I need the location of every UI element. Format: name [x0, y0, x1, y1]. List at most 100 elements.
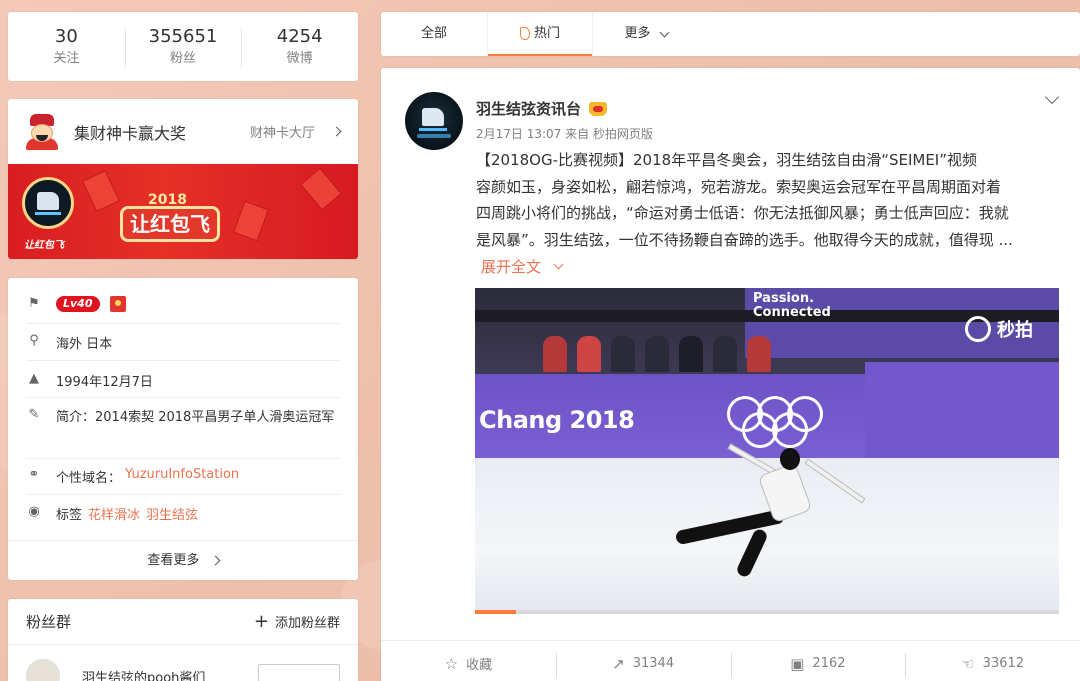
tab-hot[interactable]: 热门 — [487, 12, 593, 56]
tab-hot-label: 热门 — [533, 26, 560, 41]
like-count: 33612 — [982, 656, 1025, 671]
expand-label: 展开全文 — [481, 258, 542, 276]
favorite-label: 收藏 — [466, 658, 493, 673]
tag-icon: ◉ — [28, 504, 40, 519]
like-icon: ☜ — [961, 654, 975, 673]
promo-link[interactable]: 财神卡大厅 — [249, 122, 342, 141]
miaopai-logo-icon — [965, 316, 991, 342]
post-text-line: 是风暴”。羽生结弦，一位不待扬鞭自奋蹄的选手。他取得今天的成就，值得现 ... — [476, 230, 1013, 249]
post-actions: ☆ 收藏 ↗ 31344 ▣ 2162 ☜ 33612 — [381, 640, 1080, 681]
join-button[interactable] — [258, 664, 340, 681]
following-counter[interactable]: 30 关注 — [8, 25, 125, 69]
comment-count: 2162 — [812, 656, 846, 671]
birthday-row: ▲ 1994年12月7日 — [26, 371, 340, 390]
edit-icon: ✎ — [28, 407, 40, 422]
chevron-right-icon — [331, 126, 342, 137]
envelope-icon — [232, 200, 270, 242]
video-progress-fill — [475, 610, 516, 614]
profile-counters: 30 关注 355651 粉丝 4254 微博 — [8, 12, 358, 81]
fire-icon — [519, 26, 530, 40]
level-row: ⚑ Lv40 — [26, 296, 340, 312]
followers-count: 355651 — [148, 25, 218, 47]
banner-logo: 让红包飞 — [120, 206, 220, 242]
cake-icon: ▲ — [29, 371, 39, 386]
video-venue-text: Chang 2018 — [479, 406, 635, 434]
post-text-line: 容颜如玉，身姿如松，翩若惊鸿，宛若游龙。索契奥运会冠军在平昌周期面对着 — [476, 177, 1002, 196]
link-icon: ⚭ — [28, 467, 40, 482]
fan-group-title: 粉丝群 — [26, 613, 72, 631]
video-watermark: 秒拍 — [965, 316, 1033, 342]
banner-brand: 让红包飞 — [24, 240, 64, 251]
repost-count: 31344 — [632, 656, 675, 671]
post-meta: 2月17日 13:07 来自 秒拍网页版 — [476, 127, 653, 141]
favorite-button[interactable]: ☆ 收藏 — [381, 641, 556, 681]
post-author: 羽生结弦资讯台 — [476, 98, 608, 119]
chevron-down-icon[interactable] — [1046, 92, 1058, 104]
like-button[interactable]: ☜ 33612 — [905, 641, 1080, 681]
tags-row: ◉ 标签 花样滑冰 羽生结弦 — [26, 504, 340, 523]
promo-link-label: 财神卡大厅 — [249, 126, 315, 141]
video-player[interactable]: Passion. Connected 秒拍 Chang 2018 — [475, 288, 1059, 614]
crown-icon — [589, 101, 608, 116]
fan-group-header: 粉丝群 + 添加粉丝群 — [8, 599, 358, 645]
tag-link[interactable]: 羽生结弦 — [146, 504, 198, 523]
tab-more[interactable]: 更多 — [593, 12, 699, 56]
video-progress-bar[interactable] — [475, 610, 1059, 614]
tags-label: 标签 — [56, 508, 83, 523]
promo-banner[interactable]: 让红包飞 2018 让红包飞 — [8, 164, 358, 259]
intro-row: ✎ 简介：2014索契 2018平昌男子单人滑奥运冠军 — [26, 407, 340, 428]
olympic-rings-icon — [772, 412, 808, 448]
expand-full-text-link[interactable]: 展开全文 — [481, 256, 564, 277]
posts-count: 4254 — [276, 25, 323, 47]
fan-group-item[interactable]: 羽生结弦的pooh酱们 — [8, 645, 358, 681]
fan-group-card: 粉丝群 + 添加粉丝群 羽生结弦的pooh酱们 — [8, 599, 358, 681]
location-row: ⚲ 海外 日本 — [26, 333, 340, 352]
red-envelope-icon[interactable] — [109, 296, 126, 312]
video-spectators — [543, 336, 771, 372]
video-board-text: Passion. Connected — [753, 291, 831, 320]
add-fan-group-button[interactable]: + 添加粉丝群 — [254, 612, 340, 631]
posts-counter[interactable]: 4254 微博 — [241, 25, 358, 69]
tab-all-label: 全部 — [420, 26, 447, 41]
share-icon: ↗ — [612, 654, 625, 673]
feed-tabs: 全部 热门 更多 — [381, 12, 1080, 56]
tag-link[interactable]: 花样滑冰 — [88, 504, 140, 523]
chevron-down-icon — [659, 27, 669, 37]
tab-all[interactable]: 全部 — [381, 12, 487, 56]
level-badge[interactable]: Lv40 — [56, 296, 100, 312]
chevron-right-icon — [210, 555, 221, 566]
intro-label: 简介： — [56, 410, 96, 425]
post-text-line: 四周跳小将们的挑战，“命运对勇士低语：你无法抵御风暴；勇士低声回应：我就 — [476, 204, 1009, 222]
avatar — [26, 659, 60, 681]
intro-block: 简介：2014索契 2018平昌男子单人滑奥运冠军 — [56, 407, 340, 428]
posts-label: 微博 — [286, 50, 313, 66]
post-author-name[interactable]: 羽生结弦资讯台 — [476, 98, 581, 119]
following-count: 30 — [54, 25, 78, 47]
domain-row: ⚭ 个性域名： YuzuruInfoStation — [26, 467, 340, 486]
repost-button[interactable]: ↗ 31344 — [555, 641, 731, 681]
followers-label: 粉丝 — [170, 50, 197, 66]
followers-counter[interactable]: 355651 粉丝 — [124, 25, 242, 69]
tab-more-label: 更多 — [624, 26, 651, 41]
domain-link[interactable]: YuzuruInfoStation — [125, 467, 239, 482]
profile-info-card: ⚑ Lv40 ⚲ 海外 日本 ▲ 1994年12月7日 ✎ 简介：2014索契 … — [8, 278, 358, 580]
chevron-down-icon — [553, 259, 564, 270]
envelope-icon — [82, 170, 120, 212]
promo-card: 集财神卡赢大奖 财神卡大厅 让红包飞 2018 让红包飞 — [8, 99, 358, 259]
comment-button[interactable]: ▣ 2162 — [730, 641, 906, 681]
star-icon: ☆ — [444, 654, 459, 673]
banner-avatar — [22, 177, 74, 229]
post-text-line: 【2018OG-比赛视频】2018年平昌冬奥会，羽生结弦自由滑“SEIMEI”视… — [476, 151, 978, 169]
plus-icon: + — [253, 610, 269, 632]
view-more-label: 查看更多 — [147, 553, 200, 568]
location-pin-icon: ⚲ — [29, 333, 39, 348]
add-fan-group-label: 添加粉丝群 — [274, 616, 340, 631]
birthday-text: 1994年12月7日 — [56, 375, 153, 390]
view-more-button[interactable]: 查看更多 — [8, 540, 358, 580]
promo-title: 集财神卡赢大奖 — [74, 123, 187, 143]
domain-label: 个性域名： — [56, 471, 122, 486]
location-text: 海外 日本 — [56, 337, 113, 352]
post-card: 羽生结弦资讯台 2月17日 13:07 来自 秒拍网页版 【2018OG-比赛视… — [381, 68, 1080, 681]
bookmark-icon: ⚑ — [28, 296, 40, 311]
avatar[interactable] — [405, 92, 463, 150]
